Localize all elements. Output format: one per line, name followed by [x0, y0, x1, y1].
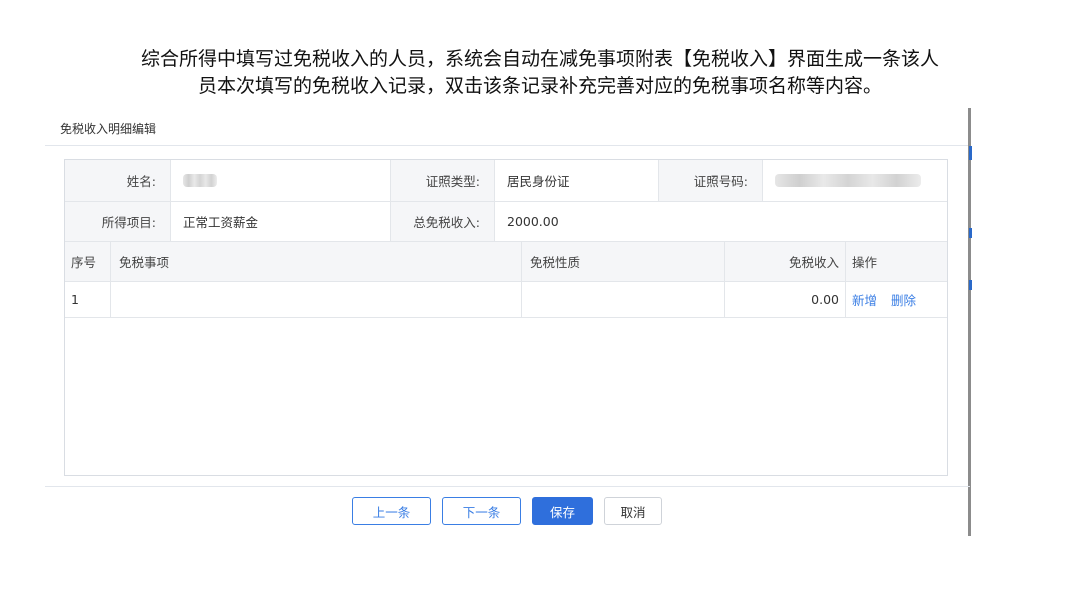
- caption-line-2: 员本次填写的免税收入记录，双击该条记录补充完善对应的免税事项名称等内容。: [197, 75, 882, 97]
- cancel-button[interactable]: 取消: [604, 497, 662, 525]
- name-label: 姓名:: [65, 160, 171, 201]
- col-ops-header: 操作: [852, 255, 878, 270]
- total-exempt-value: 2000.00: [507, 214, 559, 229]
- delete-row-link[interactable]: 删除: [891, 290, 916, 309]
- dialog-footer-buttons: 上一条 下一条 保存 取消: [352, 497, 662, 525]
- income-item-label: 所得项目:: [65, 202, 171, 241]
- name-value: [171, 160, 391, 201]
- col-item-header: 免税事项: [111, 242, 522, 281]
- row-seq: 1: [65, 282, 111, 317]
- info-row-1: 姓名: 证照类型: 居民身份证 证照号码:: [65, 160, 947, 202]
- id-number-value: [763, 160, 947, 201]
- instruction-caption: 综合所得中填写过免税收入的人员，系统会自动在减免事项附表【免税收入】界面生成一条…: [40, 46, 1040, 100]
- table-header: 序号 免税事项 免税性质 免税收入 操作: [65, 242, 947, 282]
- dialog-footer-divider: [45, 486, 970, 487]
- edge-accent: [969, 228, 972, 238]
- id-number-label: 证照号码:: [659, 160, 763, 201]
- row-exempt-nature[interactable]: [522, 282, 725, 317]
- col-nature-header: 免税性质: [522, 242, 725, 281]
- dialog-header-divider: [45, 145, 970, 146]
- info-row-2: 所得项目: 正常工资薪金 总免税收入: 2000.00: [65, 202, 947, 242]
- id-type-value: 居民身份证: [495, 160, 659, 201]
- next-record-button[interactable]: 下一条: [442, 497, 521, 525]
- row-actions: 新增 删除: [846, 282, 947, 317]
- dialog-title: 免税收入明细编辑: [60, 122, 157, 136]
- table-row[interactable]: 1 0.00 新增 删除: [65, 282, 947, 318]
- prev-record-button[interactable]: 上一条: [352, 497, 431, 525]
- add-row-link[interactable]: 新增: [852, 290, 877, 309]
- col-income-header: 免税收入: [725, 242, 846, 281]
- window-edge-scrollbar: [968, 108, 971, 536]
- edge-accent: [969, 146, 972, 160]
- save-button[interactable]: 保存: [532, 497, 593, 525]
- edge-accent: [969, 280, 972, 290]
- detail-panel: 姓名: 证照类型: 居民身份证 证照号码: 所得项目: 正常工资薪金 总免税收入…: [64, 159, 948, 476]
- income-item-value: 正常工资薪金: [171, 202, 391, 241]
- caption-line-1: 综合所得中填写过免税收入的人员，系统会自动在减免事项附表【免税收入】界面生成一条…: [140, 48, 939, 70]
- redacted-name: [183, 174, 217, 187]
- col-seq-header: 序号: [65, 242, 111, 281]
- row-exempt-income: 0.00: [725, 282, 846, 317]
- total-exempt-label: 总免税收入:: [391, 202, 495, 241]
- redacted-id-number: [775, 174, 921, 187]
- row-exempt-item[interactable]: [111, 282, 522, 317]
- id-type-label: 证照类型:: [391, 160, 495, 201]
